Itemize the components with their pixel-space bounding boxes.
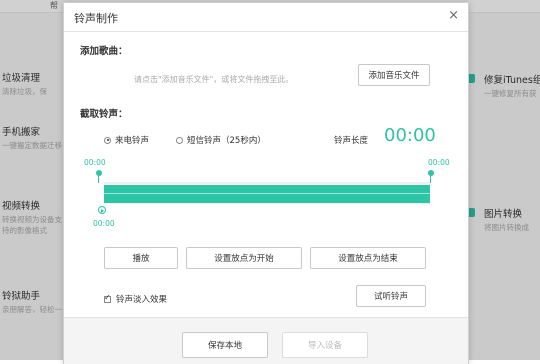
end-handle-stem — [430, 175, 431, 183]
start-handle-stem — [98, 175, 99, 183]
waveform-selection[interactable] — [104, 185, 430, 203]
radio-call-indicator[interactable] — [104, 136, 111, 144]
dialog-footer: 保存本地 导入设备 — [64, 317, 468, 364]
ringtone-maker-dialog: 铃声制作 × 添加歌曲： 请点击"添加音乐文件"，或将文件拖拽至此。 添加音乐文… — [63, 2, 469, 364]
preview-ringtone-button[interactable]: 试听铃声 — [356, 285, 426, 307]
fade-in-label: 铃声淡入效果 — [116, 295, 168, 305]
import-device-button[interactable]: 导入设备 — [282, 332, 368, 358]
ringtone-length-label: 铃声长度 — [334, 136, 369, 146]
add-song-label: 添加歌曲： — [80, 46, 128, 57]
play-button[interactable]: 播放 — [104, 247, 178, 269]
fade-in-checkbox[interactable] — [104, 293, 111, 303]
waveform-midline — [104, 193, 430, 194]
radio-call-ringtone[interactable]: 来电铃声 — [104, 134, 149, 146]
playhead-icon[interactable] — [98, 206, 106, 214]
radio-sms-ringtone[interactable]: 短信铃声（25秒内） — [176, 134, 266, 146]
add-music-file-button[interactable]: 添加音乐文件 — [358, 64, 430, 86]
end-time-label: 00:00 — [428, 158, 450, 167]
close-icon[interactable]: × — [448, 8, 459, 24]
start-handle[interactable] — [96, 170, 102, 176]
set-start-button[interactable]: 设置放点为开始 — [186, 247, 302, 269]
cut-ringtone-label: 截取铃声： — [80, 109, 128, 120]
save-local-button[interactable]: 保存本地 — [182, 332, 268, 358]
start-time-label: 00:00 — [84, 158, 106, 167]
fade-in-checkbox-row[interactable]: 铃声淡入效果 — [104, 293, 167, 305]
radio-sms-indicator[interactable] — [176, 136, 183, 144]
ringtone-length-value: 00:00 — [384, 125, 436, 146]
dialog-title-bar: 铃声制作 × — [64, 3, 468, 32]
dialog-title: 铃声制作 — [74, 12, 118, 25]
playhead-time-label: 00:00 — [93, 219, 115, 228]
end-handle[interactable] — [428, 170, 434, 176]
set-end-button[interactable]: 设置放点为结束 — [310, 247, 426, 269]
drop-hint: 请点击"添加音乐文件"，或将文件拖拽至此。 — [134, 75, 294, 84]
